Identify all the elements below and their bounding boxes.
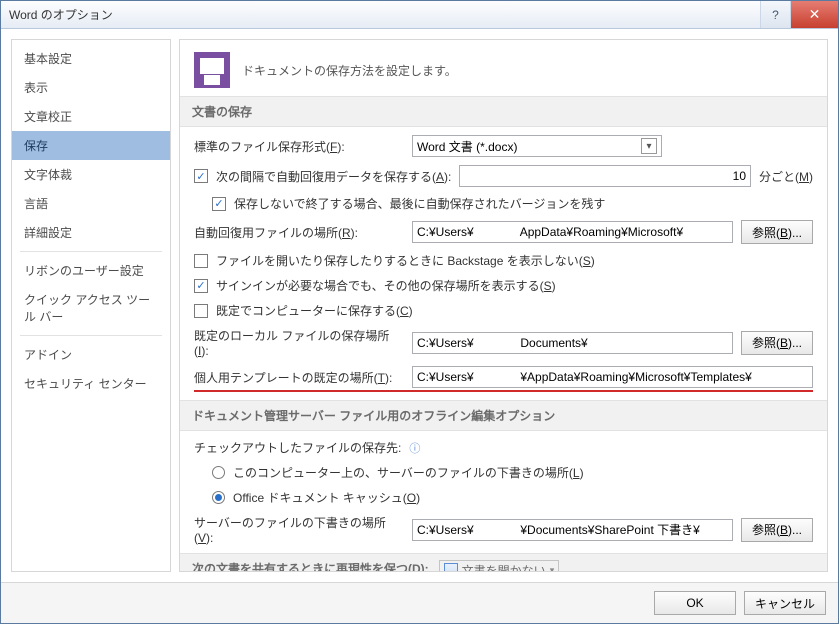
sidebar-item-save[interactable]: 保存 [12,131,170,160]
section-save-header: 文書の保存 [180,96,827,127]
sidebar-item-typography[interactable]: 文字体裁 [12,160,170,189]
keep-last-label: 保存しないで終了する場合、最後に自動保存されたバージョンを残す [234,195,605,212]
titlebar: Word のオプション ? ✕ [1,1,838,29]
autosave-interval-input[interactable] [459,165,751,187]
sidebar-item-qat[interactable]: クイック アクセス ツール バー [12,285,170,331]
format-select[interactable]: Word 文書 (*.docx) ▾ [412,135,662,157]
autorec-loc-label: 自動回復用ファイルの場所(R): [194,224,404,241]
sidebar-item-advanced[interactable]: 詳細設定 [12,218,170,247]
default-local-browse-button[interactable]: 参照(B)... [741,331,813,355]
sidebar: 基本設定 表示 文章校正 保存 文字体裁 言語 詳細設定 リボンのユーザー設定 … [11,39,171,572]
default-computer-checkbox[interactable] [194,304,208,318]
sidebar-item-addins[interactable]: アドイン [12,340,170,369]
personal-template-label: 個人用テンプレートの既定の場所(T): [194,369,404,386]
close-button[interactable]: ✕ [790,1,838,28]
autosave-unit-label: 分ごと(M) [759,168,813,185]
help-button[interactable]: ? [760,1,790,28]
window-title: Word のオプション [9,6,760,23]
autosave-label: 次の間隔で自動回復用データを保存する(A): [216,168,451,185]
sidebar-item-display[interactable]: 表示 [12,73,170,102]
sidebar-item-trustcenter[interactable]: セキュリティ センター [12,369,170,398]
radio-server-drafts[interactable] [212,466,225,479]
page-caption: ドキュメントの保存方法を設定します。 [242,62,457,79]
server-drafts-loc-input[interactable] [412,519,733,541]
personal-template-input[interactable] [412,366,813,388]
chevron-down-icon: ▾ [641,138,657,154]
backstage-checkbox[interactable] [194,254,208,268]
chevron-down-icon: ▾ [550,565,555,572]
autorec-browse-button[interactable]: 参照(B)... [741,220,813,244]
sidebar-item-language[interactable]: 言語 [12,189,170,218]
radio-server-drafts-label: このコンピューター上の、サーバーのファイルの下書きの場所(L) [233,464,584,481]
autosave-checkbox[interactable]: ✓ [194,169,208,183]
cancel-button[interactable]: キャンセル [744,591,826,615]
backstage-label: ファイルを開いたり保存したりするときに Backstage を表示しない(S) [216,252,595,269]
radio-office-cache[interactable] [212,491,225,504]
autorec-loc-input[interactable] [412,221,733,243]
default-local-input[interactable] [412,332,733,354]
signin-checkbox[interactable]: ✓ [194,279,208,293]
sidebar-item-ribbon[interactable]: リボンのユーザー設定 [12,256,170,285]
info-icon[interactable]: ⓘ [409,440,420,456]
section-offline-header: ドキュメント管理サーバー ファイル用のオフライン編集オプション [180,400,827,431]
format-label: 標準のファイル保存形式(F): [194,138,404,155]
section-share-header: 次の文書を共有するときに再現性を保つ(D): 文書を開かない ▾ [180,553,827,571]
share-document-select[interactable]: 文書を開かない ▾ [439,560,560,571]
sidebar-item-proofing[interactable]: 文章校正 [12,102,170,131]
keep-last-checkbox[interactable]: ✓ [212,197,226,211]
default-local-label: 既定のローカル ファイルの保存場所(I): [194,327,404,358]
checkout-dest-label: チェックアウトしたファイルの保存先: [194,439,401,456]
document-icon [444,563,458,571]
sidebar-item-general[interactable]: 基本設定 [12,44,170,73]
ok-button[interactable]: OK [654,591,736,615]
default-computer-label: 既定でコンピューターに保存する(C) [216,302,413,319]
dialog-footer: OK キャンセル [1,582,838,623]
server-drafts-loc-label: サーバーのファイルの下書きの場所(V): [194,514,404,545]
radio-office-cache-label: Office ドキュメント キャッシュ(O) [233,489,420,506]
server-drafts-browse-button[interactable]: 参照(B)... [741,518,813,542]
signin-label: サインインが必要な場合でも、その他の保存場所を表示する(S) [216,277,556,294]
save-icon [194,52,230,88]
